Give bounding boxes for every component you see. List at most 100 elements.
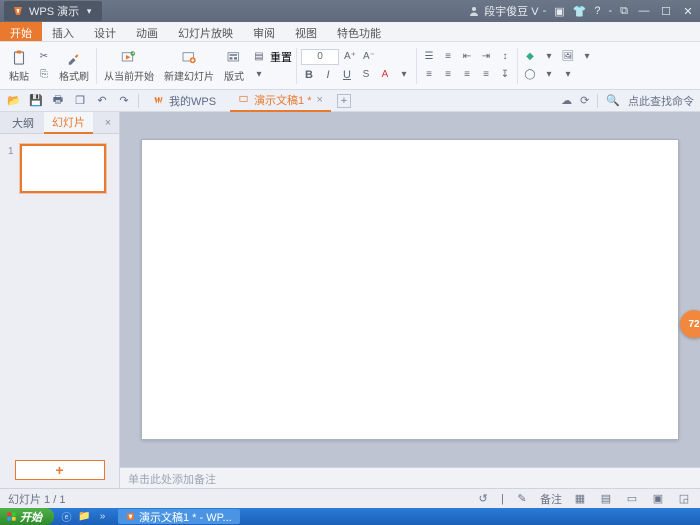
- bold-icon[interactable]: B: [301, 67, 317, 83]
- shape-outline-icon[interactable]: ▾: [541, 49, 557, 65]
- user-account[interactable]: 段宇俊豆 V -: [468, 3, 546, 19]
- print-icon[interactable]: 🖶: [50, 93, 66, 109]
- canvas-area: 单击此处添加备注: [120, 112, 700, 488]
- quick-access-bar: 📂 💾 🖶 ❐ ↶ ↷ 我的WPS 演示文稿1 * × + ☁ ⟳ 🔍 点此查找…: [0, 90, 700, 112]
- minimize-button[interactable]: —: [636, 5, 652, 18]
- picture-icon[interactable]: 🖼: [560, 49, 576, 65]
- status-bar: 幻灯片 1 / 1 ↺ | ✎ 备注 ▦ ▤ ▭ ▣ ◲: [0, 488, 700, 508]
- align-left-icon[interactable]: ≡: [421, 67, 437, 83]
- layout-button[interactable]: 版式: [224, 49, 244, 83]
- floating-badge[interactable]: 72: [680, 310, 700, 338]
- windows-taskbar: 开始 ⓔ 📁 » 演示文稿1 * - WP...: [0, 508, 700, 525]
- copy-icon[interactable]: ⎘: [36, 67, 52, 83]
- add-slide-button[interactable]: +: [15, 460, 105, 480]
- menu-bar: 开始 插入 设计 动画 幻灯片放映 审阅 视图 特色功能: [0, 22, 700, 42]
- arrange-icon[interactable]: ▾: [579, 49, 595, 65]
- paste-button[interactable]: 粘贴: [9, 49, 29, 83]
- search-command-text[interactable]: 点此查找命令: [628, 93, 694, 109]
- help-icon[interactable]: ?: [594, 5, 600, 17]
- tab-insert[interactable]: 插入: [42, 22, 84, 41]
- tab-slideshow[interactable]: 幻灯片放映: [168, 22, 243, 41]
- indent-dec-icon[interactable]: ⇤: [459, 49, 475, 65]
- notes-icon[interactable]: ✎: [514, 491, 530, 507]
- underline-icon[interactable]: U: [339, 67, 355, 83]
- bullets-icon[interactable]: ☰: [421, 49, 437, 65]
- tab-design[interactable]: 设计: [84, 22, 126, 41]
- highlight-icon[interactable]: ▾: [396, 67, 412, 83]
- outline-tab[interactable]: 大纲: [4, 113, 42, 133]
- reading-view-icon[interactable]: ▭: [624, 491, 640, 507]
- cut-icon[interactable]: ✂: [36, 49, 52, 65]
- wps-task-icon: [126, 512, 135, 521]
- start-button[interactable]: 开始: [0, 508, 54, 525]
- undo-icon[interactable]: ↶: [94, 93, 110, 109]
- slides-tab[interactable]: 幻灯片: [44, 112, 93, 134]
- align-center-icon[interactable]: ≡: [440, 67, 456, 83]
- format-brush[interactable]: 格式刷: [59, 49, 89, 83]
- align-right-icon[interactable]: ≡: [459, 67, 475, 83]
- notes-pane[interactable]: 单击此处添加备注: [120, 467, 700, 488]
- font-color-icon[interactable]: A: [377, 67, 393, 83]
- tab-animation[interactable]: 动画: [126, 22, 168, 41]
- tab-review[interactable]: 审阅: [243, 22, 285, 41]
- text-direction-icon[interactable]: ↧: [497, 67, 513, 83]
- increase-font-icon[interactable]: A⁺: [342, 49, 358, 65]
- strike-icon[interactable]: S: [358, 67, 374, 83]
- ie-icon[interactable]: ⓔ: [60, 510, 73, 523]
- history-icon[interactable]: ↺: [475, 491, 491, 507]
- panel-close-icon[interactable]: ×: [101, 117, 115, 129]
- app-menu[interactable]: WPS 演示 ▾: [4, 1, 102, 21]
- quick-styles-icon[interactable]: ▾: [541, 67, 557, 83]
- slideshow-view-icon[interactable]: ▣: [650, 491, 666, 507]
- tab-special[interactable]: 特色功能: [327, 22, 391, 41]
- document-tab-1[interactable]: 演示文稿1 * ×: [230, 90, 331, 112]
- indent-inc-icon[interactable]: ⇥: [478, 49, 494, 65]
- cloud-icon[interactable]: ☁: [561, 94, 572, 107]
- save-icon[interactable]: 💾: [28, 93, 44, 109]
- mywps-tab[interactable]: 我的WPS: [145, 91, 224, 111]
- new-slide-button[interactable]: 新建幻灯片: [164, 49, 214, 83]
- slide-thumbnail[interactable]: 1: [8, 144, 111, 193]
- windows-logo-icon: [6, 511, 17, 522]
- chevron-down-icon[interactable]: ▾: [251, 67, 267, 83]
- refresh-icon[interactable]: ⟳: [580, 94, 589, 107]
- normal-view-icon[interactable]: ▦: [572, 491, 588, 507]
- open-icon[interactable]: 📂: [6, 93, 22, 109]
- taskbar-item-wps[interactable]: 演示文稿1 * - WP...: [118, 509, 240, 524]
- play-icon: [120, 49, 138, 67]
- tshirt-icon[interactable]: ▣: [554, 5, 564, 18]
- numbering-icon[interactable]: ≡: [440, 49, 456, 65]
- main-area: 大纲 幻灯片 × 1 + 单击此处添加备注: [0, 112, 700, 488]
- line-spacing-icon[interactable]: ↕: [497, 49, 513, 65]
- decrease-font-icon[interactable]: A⁻: [361, 49, 377, 65]
- shapes-icon[interactable]: ◯: [522, 67, 538, 83]
- tab-home[interactable]: 开始: [0, 22, 42, 41]
- section-icon[interactable]: ▤: [251, 49, 267, 65]
- align-justify-icon[interactable]: ≡: [478, 67, 494, 83]
- skin-icon[interactable]: 👕: [573, 5, 587, 18]
- close-button[interactable]: ✕: [680, 5, 696, 18]
- title-bar: WPS 演示 ▾ 段宇俊豆 V - ▣ 👕 ? - ⧉ — ☐ ✕: [0, 0, 700, 22]
- shape-fill-icon[interactable]: ◆: [522, 49, 538, 65]
- ribbon-toggle-icon[interactable]: ⧉: [620, 5, 628, 18]
- sorter-view-icon[interactable]: ▤: [598, 491, 614, 507]
- current-slide[interactable]: [141, 139, 679, 440]
- slide-thumb-1[interactable]: [20, 144, 106, 193]
- italic-icon[interactable]: I: [320, 67, 336, 83]
- fit-icon[interactable]: ◲: [676, 491, 692, 507]
- media-icon[interactable]: »: [96, 510, 109, 523]
- font-size-input[interactable]: [301, 49, 339, 65]
- more-icon[interactable]: ▾: [560, 67, 576, 83]
- tab-view[interactable]: 视图: [285, 22, 327, 41]
- new-tab-button[interactable]: +: [337, 94, 351, 108]
- search-icon[interactable]: 🔍: [606, 94, 620, 107]
- thumbnail-list[interactable]: 1: [0, 134, 119, 452]
- slide-stage[interactable]: [120, 112, 700, 467]
- maximize-button[interactable]: ☐: [658, 5, 674, 18]
- explorer-icon[interactable]: 📁: [78, 510, 91, 523]
- redo-icon[interactable]: ↷: [116, 93, 132, 109]
- close-tab-icon[interactable]: ×: [317, 94, 323, 106]
- wps-logo-icon: [12, 5, 24, 17]
- from-current-button[interactable]: 从当前开始: [104, 49, 154, 83]
- print-preview-icon[interactable]: ❐: [72, 93, 88, 109]
